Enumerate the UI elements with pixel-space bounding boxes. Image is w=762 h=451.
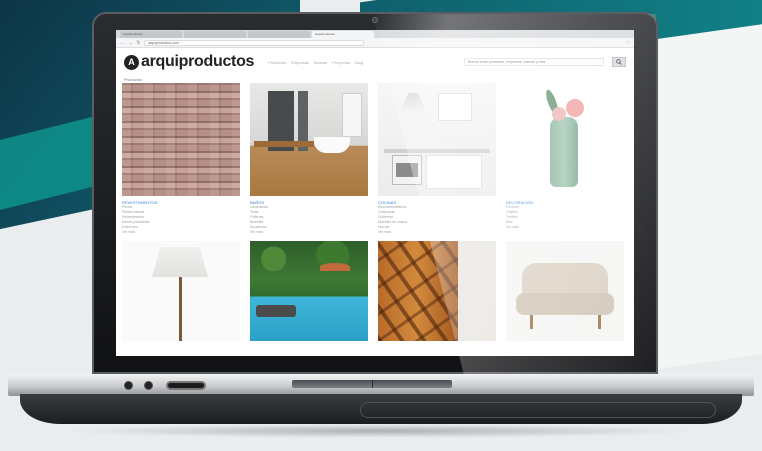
image-detail	[314, 137, 350, 153]
tab-label: arquiproductos	[315, 32, 335, 36]
image-detail	[396, 163, 418, 177]
browser-tab-bar: arquiproductos arquiproductos	[116, 30, 634, 38]
arrow-right-icon[interactable]: →	[128, 40, 133, 46]
image-detail	[179, 277, 182, 341]
category-image[interactable]	[378, 241, 496, 341]
image-detail	[250, 241, 368, 271]
image-detail	[254, 141, 314, 147]
site-header: A arquiproductos Productos Empresas Marc…	[116, 48, 634, 76]
category-link[interactable]: Ver más	[122, 230, 240, 235]
image-detail	[566, 99, 584, 117]
category-image[interactable]	[250, 241, 368, 341]
category-card-banos[interactable]: BAÑOS Lavamanos Tinas Griferías Muebles …	[250, 83, 368, 235]
hinge-divider	[372, 380, 373, 388]
search-button[interactable]	[612, 57, 626, 67]
category-image[interactable]	[250, 83, 368, 196]
category-image[interactable]	[506, 83, 624, 196]
nav-item-productos[interactable]: Productos	[268, 60, 286, 65]
category-card-iluminacion[interactable]	[122, 241, 240, 341]
browser-tab-active[interactable]: arquiproductos	[312, 31, 374, 38]
image-detail	[320, 263, 350, 271]
tab-label: arquiproductos	[123, 32, 143, 36]
browser-tab[interactable]	[248, 31, 310, 38]
category-card-cocinas[interactable]: COCINAS Electrodomésticos Campanas Cubie…	[378, 83, 496, 235]
image-detail	[550, 117, 578, 187]
browser-tab[interactable]: arquiproductos	[120, 31, 182, 38]
image-detail	[426, 155, 482, 189]
image-detail	[256, 305, 296, 317]
category-image[interactable]	[122, 83, 240, 196]
main-nav: Productos Empresas Marcas Proyectos Blog	[268, 60, 363, 65]
image-detail	[384, 149, 490, 153]
category-card-revestimientos[interactable]: REVESTIMIENTOS Piedra Piedra natural Rev…	[122, 83, 240, 235]
audio-port	[124, 381, 133, 390]
nav-item-empresas[interactable]: Empresas	[291, 60, 309, 65]
browser-address-bar: ← → ↻ arquiproductos.com ☆	[116, 38, 634, 48]
star-icon[interactable]: ☆	[626, 40, 630, 46]
image-detail	[438, 93, 472, 121]
laptop-shadow	[60, 424, 700, 438]
laptop-edge-detail	[360, 402, 716, 418]
image-detail	[398, 93, 428, 115]
usb-port	[144, 381, 153, 390]
logo-mark: A	[124, 54, 139, 70]
category-image[interactable]	[378, 83, 496, 196]
browser-tab[interactable]	[184, 31, 246, 38]
category-image[interactable]	[506, 241, 624, 341]
category-link[interactable]: Ver más	[506, 225, 624, 230]
category-card-mobiliario[interactable]	[506, 241, 624, 341]
arrow-left-icon[interactable]: ←	[120, 40, 125, 46]
nav-item-proyectos[interactable]: Proyectos	[332, 60, 350, 65]
image-detail	[552, 107, 566, 121]
image-detail	[516, 293, 614, 315]
url-field[interactable]: arquiproductos.com	[144, 39, 364, 46]
category-card-paneles[interactable]	[378, 241, 496, 341]
site-logo[interactable]: A arquiproductos	[124, 53, 254, 71]
image-detail	[458, 241, 496, 341]
search-icon	[616, 59, 622, 65]
category-card-decoracion[interactable]: DECORACIÓN Floreros Objetos Textiles Art…	[506, 83, 624, 235]
category-card-exteriores[interactable]	[250, 241, 368, 341]
reload-icon[interactable]: ↻	[136, 40, 141, 46]
category-link[interactable]: Ver más	[378, 230, 496, 235]
nav-item-blog[interactable]: Blog	[355, 60, 363, 65]
section-title: Productos	[124, 77, 143, 82]
nav-item-marcas[interactable]: Marcas	[314, 60, 327, 65]
image-detail	[530, 315, 533, 329]
category-image[interactable]	[122, 241, 240, 341]
laptop-screen: arquiproductos arquiproductos ← → ↻ arqu…	[116, 30, 634, 356]
product-grid: REVESTIMIENTOS Piedra Piedra natural Rev…	[116, 83, 634, 341]
image-detail	[152, 247, 208, 277]
search-input[interactable]	[464, 58, 604, 66]
logo-text: arquiproductos	[141, 53, 255, 70]
image-detail	[342, 93, 362, 137]
category-link[interactable]: Ver más	[250, 230, 368, 235]
image-detail	[598, 315, 601, 329]
webcam	[372, 17, 378, 23]
hdmi-port	[166, 381, 206, 390]
